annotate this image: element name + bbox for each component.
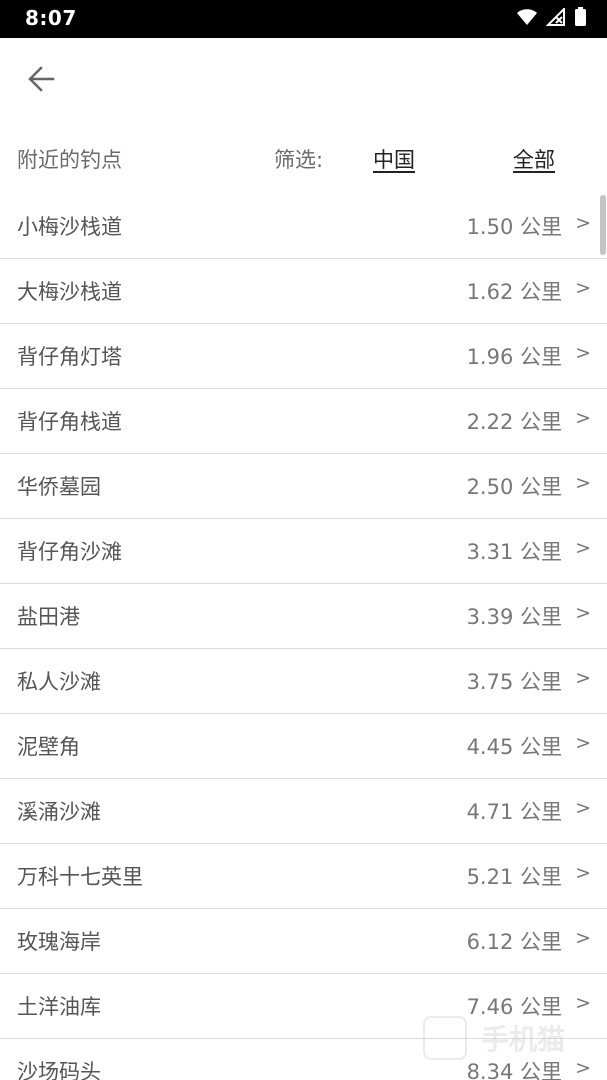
spot-name: 溪涌沙滩 [17, 800, 101, 824]
list-item[interactable]: 背仔角栈道 2.22 公里 > [0, 389, 607, 454]
list-item[interactable]: 背仔角灯塔 1.96 公里 > [0, 324, 607, 389]
list-item[interactable]: 背仔角沙滩 3.31 公里 > [0, 519, 607, 584]
list-item[interactable]: 华侨墓园 2.50 公里 > [0, 454, 607, 519]
status-bar: 8:07 [0, 0, 607, 38]
spot-distance: 3.39 公里 [466, 605, 562, 629]
list-item[interactable]: 大梅沙栈道 1.62 公里 > [0, 259, 607, 324]
list-item[interactable]: 私人沙滩 3.75 公里 > [0, 649, 607, 714]
spot-name: 大梅沙栈道 [17, 280, 122, 304]
filter-label: 筛选: [274, 148, 324, 172]
chevron-right-icon: > [575, 342, 591, 364]
spot-name: 土洋油库 [17, 995, 101, 1019]
spot-name: 泥壁角 [17, 735, 80, 759]
list-item[interactable]: 泥壁角 4.45 公里 > [0, 714, 607, 779]
status-time: 8:07 [25, 6, 77, 30]
spot-distance: 1.62 公里 [466, 280, 562, 304]
chevron-right-icon: > [575, 537, 591, 559]
chevron-right-icon: > [575, 797, 591, 819]
spot-distance: 4.71 公里 [466, 800, 562, 824]
chevron-right-icon: > [575, 732, 591, 754]
signal-icon [546, 8, 565, 26]
spot-name: 万科十七英里 [17, 865, 143, 889]
chevron-right-icon: > [575, 407, 591, 429]
spot-name: 沙场码头 [17, 1060, 101, 1080]
spot-distance: 2.50 公里 [466, 475, 562, 499]
fishing-spot-list[interactable]: 小梅沙栈道 1.50 公里 > 大梅沙栈道 1.62 公里 > 背仔角灯塔 1.… [0, 194, 607, 1080]
spot-name: 背仔角沙滩 [17, 540, 122, 564]
wifi-icon [517, 9, 537, 25]
filter-row: 附近的钓点 筛选: 中国 全部 [0, 138, 607, 178]
chevron-right-icon: > [575, 277, 591, 299]
watermark-text: 手机猫 [481, 1023, 566, 1056]
back-button[interactable] [24, 62, 58, 96]
spot-name: 小梅沙栈道 [17, 215, 122, 239]
list-item[interactable]: 玫瑰海岸 6.12 公里 > [0, 909, 607, 974]
spot-name: 背仔角灯塔 [17, 345, 122, 369]
watermark-icon [423, 1016, 467, 1060]
chevron-right-icon: > [575, 667, 591, 689]
spot-name: 玫瑰海岸 [17, 930, 101, 954]
chevron-right-icon: > [575, 992, 591, 1014]
spot-distance: 6.12 公里 [466, 930, 562, 954]
list-item[interactable]: 溪涌沙滩 4.71 公里 > [0, 779, 607, 844]
spot-distance: 2.22 公里 [466, 410, 562, 434]
battery-icon [575, 7, 586, 26]
list-item[interactable]: 万科十七英里 5.21 公里 > [0, 844, 607, 909]
spot-distance: 5.21 公里 [466, 865, 562, 889]
chevron-right-icon: > [575, 862, 591, 884]
status-icons [516, 7, 587, 27]
spot-distance: 4.45 公里 [466, 735, 562, 759]
chevron-right-icon: > [575, 212, 591, 234]
filter-china-link[interactable]: 中国 [373, 144, 415, 174]
spot-name: 盐田港 [17, 605, 80, 629]
list-item[interactable]: 小梅沙栈道 1.50 公里 > [0, 194, 607, 259]
filter-all-link[interactable]: 全部 [513, 144, 555, 174]
watermark-logo: 手机猫 [423, 1016, 589, 1062]
chevron-right-icon: > [575, 472, 591, 494]
spot-name: 私人沙滩 [17, 670, 101, 694]
spot-name: 华侨墓园 [17, 475, 101, 499]
list-item[interactable]: 盐田港 3.39 公里 > [0, 584, 607, 649]
spot-distance: 3.31 公里 [466, 540, 562, 564]
scrollbar[interactable] [600, 195, 606, 255]
chevron-right-icon: > [575, 602, 591, 624]
spot-name: 背仔角栈道 [17, 410, 122, 434]
spot-distance: 1.50 公里 [466, 215, 562, 239]
spot-distance: 3.75 公里 [466, 670, 562, 694]
arrow-left-icon [28, 66, 55, 92]
nearby-spots-title: 附近的钓点 [17, 148, 122, 172]
chevron-right-icon: > [575, 927, 591, 949]
spot-distance: 1.96 公里 [466, 345, 562, 369]
